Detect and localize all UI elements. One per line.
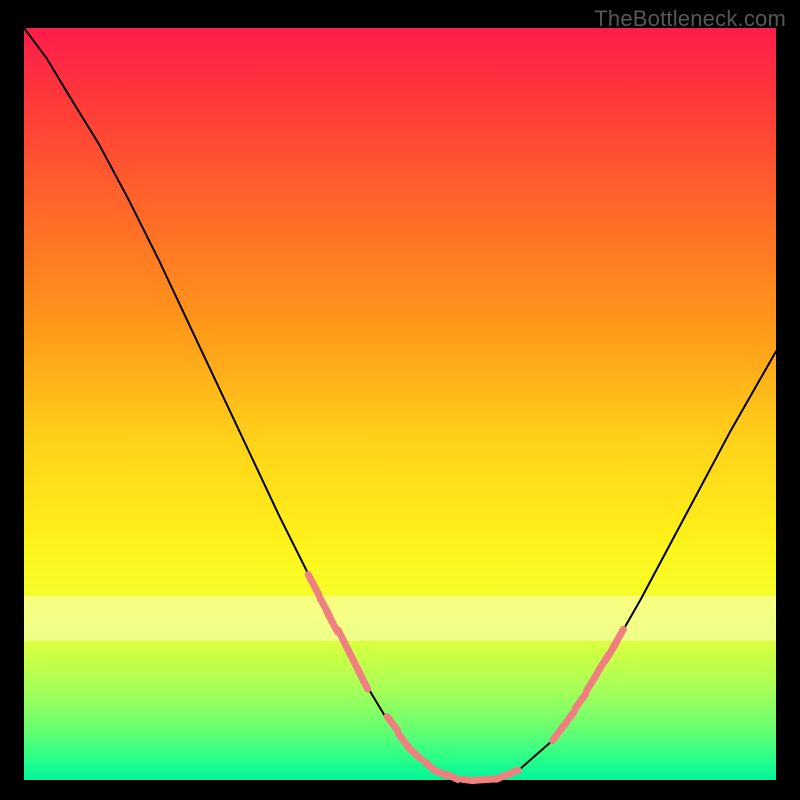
bottleneck-chart: [0, 0, 800, 800]
chart-container: TheBottleneck.com: [0, 0, 800, 800]
watermark-label: TheBottleneck.com: [594, 6, 786, 32]
